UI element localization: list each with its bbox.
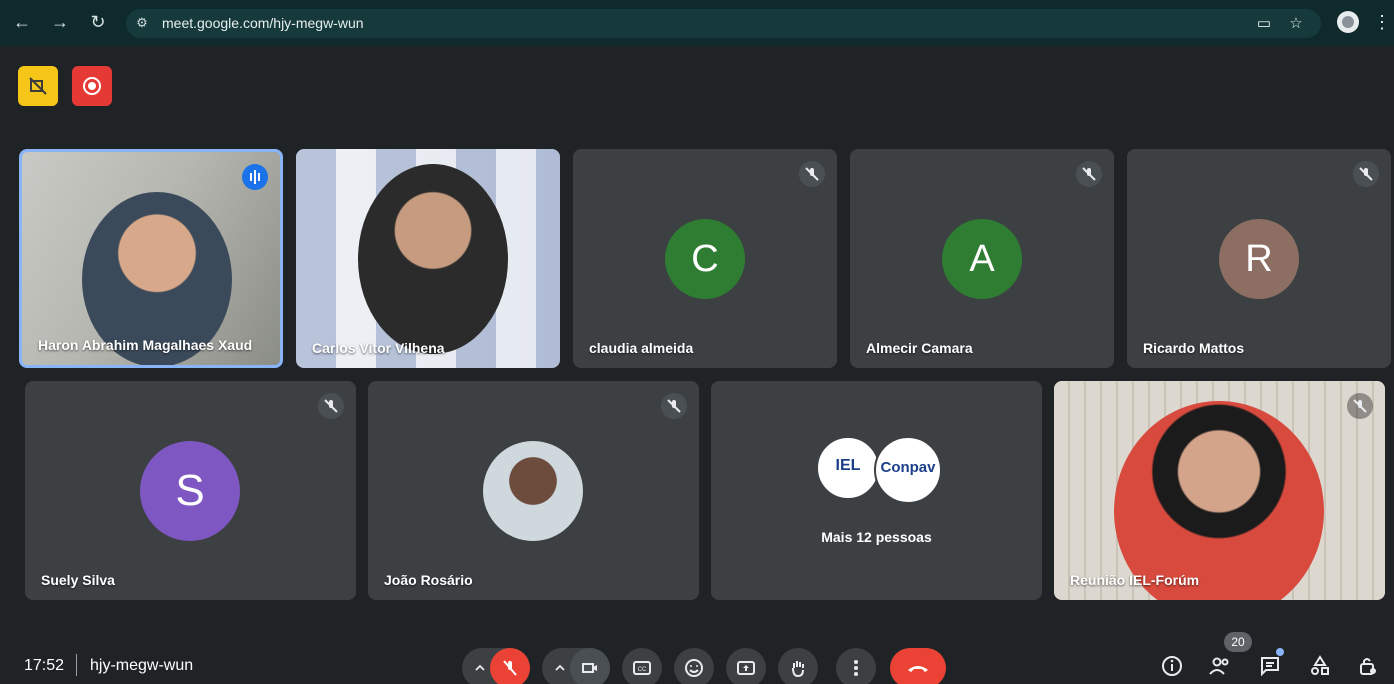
star-icon[interactable]: ☆ xyxy=(1286,14,1306,34)
call-end-icon xyxy=(908,666,928,672)
more-options-button[interactable] xyxy=(836,648,876,684)
recording-badge xyxy=(72,66,112,106)
participant-tile[interactable]: A Almecir Camara xyxy=(850,149,1114,368)
chevron-up-icon xyxy=(475,664,485,671)
more-participants-label: Mais 12 pessoas xyxy=(821,529,932,545)
avatar-photo xyxy=(483,441,583,541)
present-icon xyxy=(737,661,755,675)
cast-icon[interactable]: ▭ xyxy=(1254,14,1274,34)
back-icon[interactable]: ← xyxy=(10,10,34,34)
mic-off-icon xyxy=(503,660,517,676)
site-settings-icon[interactable]: ⚙ xyxy=(134,15,150,31)
participant-video xyxy=(358,164,508,354)
emoji-icon xyxy=(685,659,703,677)
participant-tile[interactable]: S Suely Silva xyxy=(25,381,356,600)
mic-group xyxy=(462,648,530,684)
menu-icon[interactable]: ⋮ xyxy=(1373,10,1391,34)
speaking-indicator-icon xyxy=(242,164,268,190)
record-icon xyxy=(83,77,101,95)
mic-off-icon xyxy=(1076,161,1102,187)
conpav-logo: Conpav xyxy=(874,436,942,504)
mic-off-icon xyxy=(799,161,825,187)
clock: 17:52 xyxy=(24,657,65,674)
raise-hand-button[interactable] xyxy=(778,648,818,684)
meeting-code: hjy-megw-wun xyxy=(90,657,194,674)
participant-name: Suely Silva xyxy=(41,572,115,588)
participant-name: Almecir Camara xyxy=(866,340,973,356)
camera-icon xyxy=(582,663,597,673)
hand-icon xyxy=(792,661,804,678)
avatar: R xyxy=(1219,219,1299,299)
info-icon[interactable] xyxy=(1160,654,1184,678)
camera-group xyxy=(542,648,610,684)
host-controls-icon[interactable] xyxy=(1356,654,1380,678)
chat-notification-dot xyxy=(1276,648,1284,656)
participant-name: Carlos Vitor Vilhena xyxy=(312,340,445,356)
participant-name: Haron Abrahim Magalhaes Xaud xyxy=(38,337,253,353)
address-bar[interactable]: ⚙ meet.google.com/hjy-megw-wun ▭ ☆ xyxy=(126,9,1321,38)
captions-icon: CC xyxy=(633,661,651,675)
avatar: A xyxy=(942,219,1022,299)
participant-tile[interactable]: Reunião IEL-Forúm xyxy=(1054,381,1385,600)
present-button[interactable] xyxy=(726,648,766,684)
bottom-toolbar: 17:52 hjy-megw-wun CC xyxy=(0,632,1394,684)
video-off-icon xyxy=(29,77,47,95)
chat-icon[interactable] xyxy=(1258,654,1282,678)
captions-button[interactable]: CC xyxy=(622,648,662,684)
participant-name: Reunião IEL-Forúm xyxy=(1070,572,1200,588)
participant-name: Ricardo Mattos xyxy=(1143,340,1245,356)
mic-off-button[interactable] xyxy=(490,648,530,684)
camera-button[interactable] xyxy=(570,648,610,684)
avatar: S xyxy=(140,441,240,541)
more-vert-icon xyxy=(854,660,858,676)
mic-off-icon xyxy=(1353,161,1379,187)
participant-name: João Rosário xyxy=(384,572,473,588)
reload-icon[interactable]: ↻ xyxy=(86,10,110,34)
participant-tile[interactable]: R Ricardo Mattos xyxy=(1127,149,1391,368)
url-text[interactable]: meet.google.com/hjy-megw-wun xyxy=(162,15,364,31)
svg-text:CC: CC xyxy=(638,667,647,673)
iel-logo: IEL xyxy=(816,436,880,500)
divider xyxy=(76,654,77,676)
avatar: C xyxy=(665,219,745,299)
people-icon[interactable] xyxy=(1208,654,1232,678)
participant-tile[interactable]: Haron Abrahim Magalhaes Xaud xyxy=(19,149,283,368)
leave-call-button[interactable] xyxy=(890,648,946,684)
participant-tile[interactable]: Carlos Vitor Vilhena xyxy=(296,149,560,368)
chevron-up-icon xyxy=(555,664,565,671)
participant-name: claudia almeida xyxy=(589,340,694,356)
forward-icon[interactable]: → xyxy=(48,10,72,34)
profile-icon[interactable] xyxy=(1337,11,1359,33)
mic-off-icon xyxy=(661,393,687,419)
participant-tile[interactable]: C claudia almeida xyxy=(573,149,837,368)
participant-tile[interactable]: João Rosário xyxy=(368,381,699,600)
mic-off-icon xyxy=(1347,393,1373,419)
captions-off-badge xyxy=(18,66,58,106)
mic-off-icon xyxy=(318,393,344,419)
participant-tile[interactable]: IEL Conpav Mais 12 pessoas xyxy=(711,381,1042,600)
participant-count-badge: 20 xyxy=(1224,632,1252,652)
emoji-button[interactable] xyxy=(674,648,714,684)
activities-icon[interactable] xyxy=(1308,654,1332,678)
browser-toolbar: ← → ↻ ⚙ meet.google.com/hjy-megw-wun ▭ ☆… xyxy=(0,0,1394,46)
